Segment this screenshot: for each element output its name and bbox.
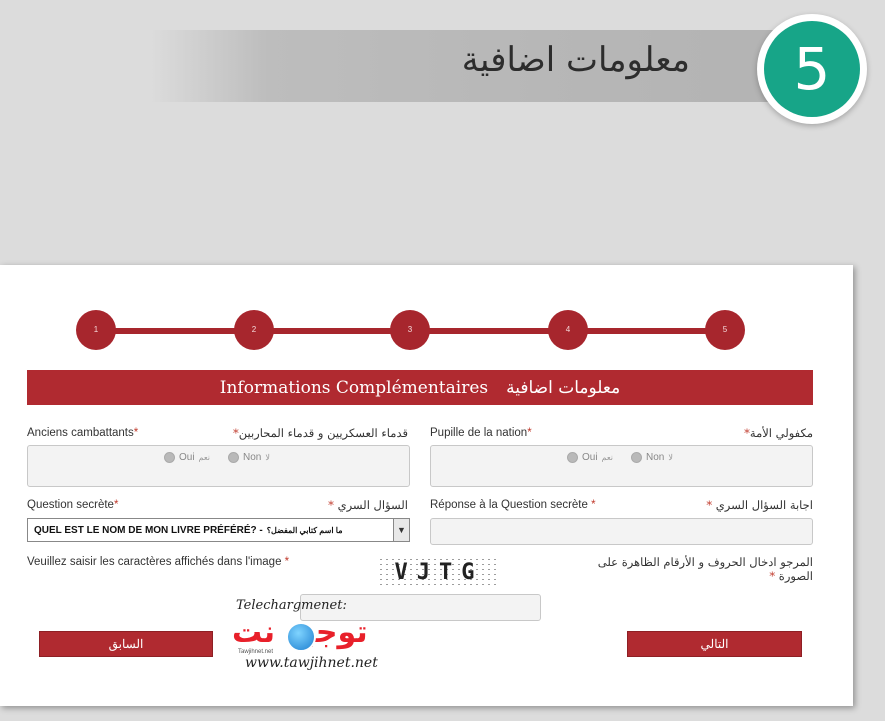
pupille-radio-box: Oui نعم Non لا bbox=[430, 445, 813, 487]
pupille-oui-option[interactable]: Oui نعم bbox=[567, 452, 623, 463]
progress-step-4[interactable]: 4 bbox=[548, 310, 588, 350]
progress-step-2[interactable]: 2 bbox=[234, 310, 274, 350]
anciens-radio-box: Oui نعم Non لا bbox=[27, 445, 410, 487]
reponse-label-fr: Réponse à la Question secrète * bbox=[430, 499, 596, 511]
anciens-oui-option[interactable]: Oui نعم bbox=[164, 452, 220, 463]
anciens-non-option[interactable]: Non لا bbox=[228, 452, 280, 463]
pupille-non-radio[interactable] bbox=[631, 452, 642, 463]
progress-step-1[interactable]: 1 bbox=[76, 310, 116, 350]
step-badge-number: 5 bbox=[764, 21, 860, 117]
question-label-fr: Question secrète* bbox=[27, 499, 119, 511]
anciens-non-radio[interactable] bbox=[228, 452, 239, 463]
reponse-input[interactable] bbox=[430, 518, 813, 545]
page-title: معلومات اضافية bbox=[461, 40, 690, 80]
reponse-label-ar: اجابة السؤال السري * bbox=[706, 498, 813, 512]
watermark-url: www.tawjihnet.net bbox=[245, 655, 378, 671]
pupille-non-option[interactable]: Non لا bbox=[631, 452, 683, 463]
globe-icon bbox=[286, 622, 316, 652]
pupille-label-ar: مكفولي الأمة* bbox=[744, 426, 813, 440]
captcha-label-ar: المرجو ادخال الحروف و الأرقام الظاهرة عل… bbox=[597, 555, 813, 583]
previous-button[interactable]: السابق bbox=[39, 631, 213, 657]
section-title-ar: معلومات اضافية bbox=[506, 377, 621, 398]
question-label-ar: السؤال السري * bbox=[328, 498, 408, 512]
pupille-oui-radio[interactable] bbox=[567, 452, 578, 463]
captcha-image: VJTG bbox=[378, 557, 500, 587]
anciens-label-fr: Anciens cambattants* bbox=[27, 427, 139, 439]
progress-step-3[interactable]: 3 bbox=[390, 310, 430, 350]
question-select[interactable]: QUEL EST LE NOM DE MON LIVRE PRÉFÉRÉ? - … bbox=[27, 518, 410, 542]
anciens-label-ar: قدماء العسكريين و قدماء المحاربين* bbox=[232, 426, 408, 440]
pupille-label-fr: Pupille de la nation* bbox=[430, 427, 532, 439]
chevron-down-icon[interactable]: ▼ bbox=[393, 519, 409, 541]
form-panel: 1 2 3 4 5 Informations Complémentaires م… bbox=[0, 265, 853, 706]
section-title-bar: Informations Complémentaires معلومات اضا… bbox=[27, 370, 813, 405]
progress-step-5[interactable]: 5 bbox=[705, 310, 745, 350]
next-button[interactable]: التالي bbox=[627, 631, 802, 657]
anciens-oui-radio[interactable] bbox=[164, 452, 175, 463]
step-badge: 5 bbox=[757, 14, 867, 124]
watermark-download-label: Telechargmenet: bbox=[236, 598, 347, 613]
captcha-label-fr: Veuillez saisir les caractères affichés … bbox=[27, 556, 290, 568]
section-title-fr: Informations Complémentaires bbox=[219, 377, 489, 398]
